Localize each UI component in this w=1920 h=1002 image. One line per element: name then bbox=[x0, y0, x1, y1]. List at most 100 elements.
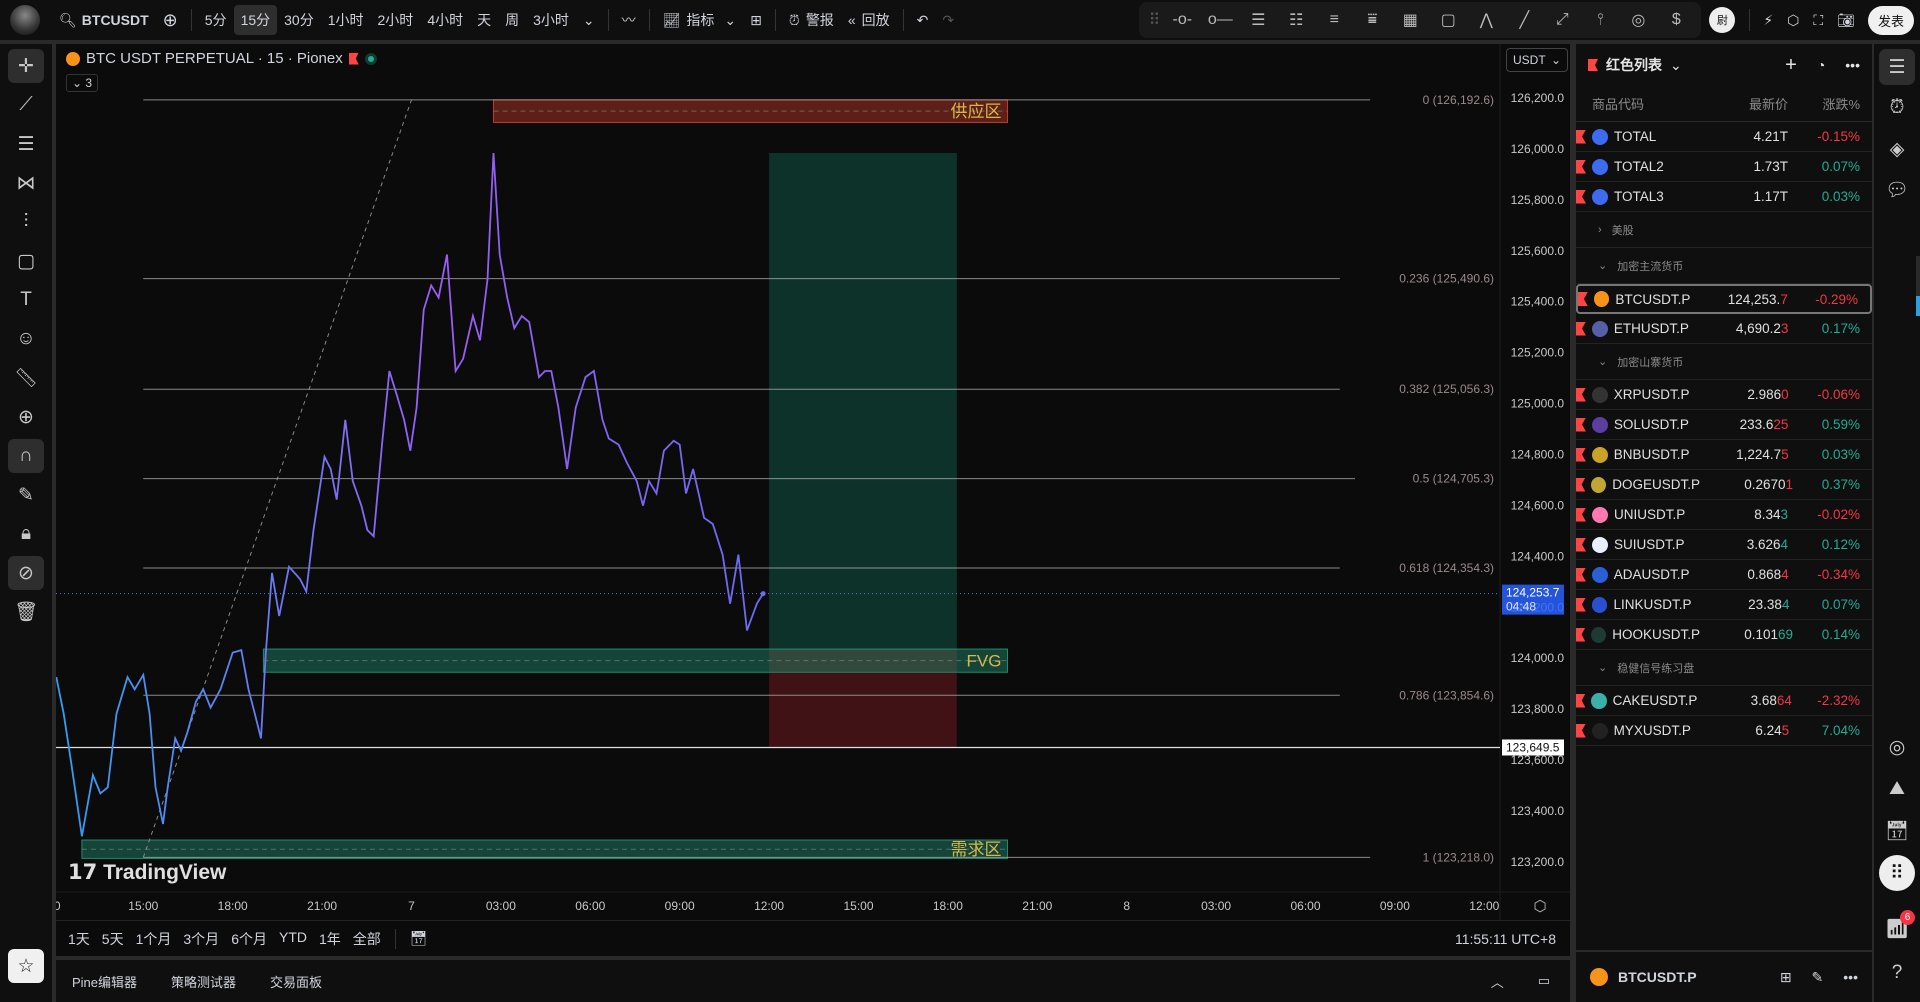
trash-icon[interactable]: 🗑︎ bbox=[8, 595, 44, 629]
watchlist-row[interactable]: ADAUSDT.P 0.8684 -0.34% bbox=[1576, 560, 1872, 590]
interval-2[interactable]: 30分 bbox=[277, 5, 321, 35]
camera-icon[interactable]: 📷︎ bbox=[1830, 5, 1862, 35]
chevron-down-icon[interactable]: ⌄ bbox=[1670, 57, 1682, 74]
red-flag-icon[interactable] bbox=[1576, 129, 1586, 144]
red-flag-icon[interactable] bbox=[1576, 507, 1586, 522]
red-flag-icon[interactable] bbox=[1576, 477, 1586, 492]
watchlist-title[interactable]: 红色列表 bbox=[1606, 55, 1662, 75]
tab-strategy-tester[interactable]: 策略测试器 bbox=[171, 972, 236, 991]
layers-icon[interactable]: ◈ bbox=[1879, 131, 1915, 167]
fib-extension-icon[interactable]: ⩸ bbox=[1355, 11, 1389, 29]
horizontal-ray-icon[interactable]: -o- bbox=[1165, 11, 1199, 29]
currency-select[interactable]: USDT ⌄ bbox=[1506, 48, 1568, 72]
zoom-in-icon[interactable]: ⊕ bbox=[8, 400, 44, 434]
axis-settings-icon[interactable]: ⬡ bbox=[1533, 898, 1546, 915]
regression-channel-icon[interactable]: ☷ bbox=[1279, 10, 1313, 30]
interval-6[interactable]: 天 bbox=[470, 5, 498, 35]
avatar[interactable] bbox=[10, 5, 40, 35]
red-flag-icon[interactable] bbox=[1576, 567, 1586, 582]
red-flag-icon[interactable] bbox=[1576, 597, 1586, 612]
hide-drawings-icon[interactable]: ⊘ bbox=[8, 556, 44, 590]
goto-date-icon[interactable]: 📅︎ bbox=[410, 930, 428, 947]
watchlist-row[interactable]: BTCUSDT.P 124,253.7 -0.29% bbox=[1576, 284, 1872, 314]
watchlist-row[interactable]: CAKEUSDT.P 3.6864 -2.32% bbox=[1576, 686, 1872, 716]
price-note-icon[interactable]: $ bbox=[1659, 11, 1693, 29]
red-flag-icon[interactable] bbox=[1576, 387, 1586, 402]
red-flag-icon[interactable] bbox=[348, 52, 359, 65]
prediction-tool-icon[interactable]: ⫶ bbox=[8, 205, 44, 239]
watchlist-group[interactable]: ⌄ 加密山寨货币 bbox=[1576, 344, 1872, 380]
long-position-icon[interactable]: ⫯ bbox=[1583, 11, 1617, 29]
interval-0[interactable]: 5分 bbox=[198, 5, 234, 35]
interval-8[interactable]: 3小时 bbox=[526, 5, 576, 35]
redo-icon[interactable]: ↷ bbox=[935, 5, 961, 35]
fullscreen-icon[interactable]: ⛶ bbox=[1806, 5, 1830, 35]
compare-add-button[interactable]: ⊕ bbox=[156, 5, 185, 35]
lock-icon[interactable]: 🔒︎ bbox=[8, 517, 44, 551]
text-tool-icon[interactable]: T bbox=[8, 283, 44, 317]
horizontal-line-icon[interactable]: o— bbox=[1203, 11, 1237, 29]
watchlist-icon[interactable]: ☰ bbox=[1879, 49, 1915, 85]
interval-4[interactable]: 2小时 bbox=[371, 5, 421, 35]
interval-1[interactable]: 15分 bbox=[233, 5, 278, 35]
red-flag-icon[interactable] bbox=[1576, 321, 1586, 336]
scrollbar[interactable] bbox=[1916, 256, 1920, 316]
watchlist-row[interactable]: ETHUSDT.P 4,690.23 0.17% bbox=[1576, 314, 1872, 344]
watchlist-row[interactable]: TOTAL2 1.73T 0.07% bbox=[1576, 152, 1872, 182]
quick-search-icon[interactable]: ⚡ bbox=[1756, 5, 1780, 35]
stay-in-drawing-icon[interactable]: ✎ bbox=[8, 478, 44, 512]
watchlist-row[interactable]: XRPUSDT.P 2.9860 -0.06% bbox=[1576, 380, 1872, 410]
red-flag-icon[interactable] bbox=[1576, 693, 1586, 708]
red-flag-icon[interactable] bbox=[1576, 537, 1586, 552]
drag-handle-icon[interactable]: ⠿ bbox=[1147, 10, 1161, 30]
watchlist-row[interactable]: LINKUSDT.P 23.384 0.07% bbox=[1576, 590, 1872, 620]
maximize-panel-icon[interactable]: ▭ bbox=[1538, 973, 1550, 989]
magnet-icon[interactable]: ∩ bbox=[8, 439, 44, 473]
gann-grid-icon[interactable]: ▦ bbox=[1393, 10, 1427, 30]
interval-7[interactable]: 周 bbox=[498, 5, 526, 35]
crosshair-icon[interactable]: ✛ bbox=[8, 49, 44, 83]
circle-icon[interactable]: ◎ bbox=[1621, 10, 1655, 30]
favorites-star-icon[interactable]: ☆ bbox=[8, 949, 44, 983]
shapes-tool-icon[interactable]: ▢ bbox=[8, 244, 44, 278]
rectangle-icon[interactable]: ▢ bbox=[1431, 10, 1465, 30]
price-chart[interactable]: 供应区 FVG 需求区 0 (126,192.6) 0.236 (125,490.6) 0… bbox=[56, 44, 1570, 920]
publish-button[interactable]: 发表 bbox=[1867, 5, 1914, 35]
column-symbol[interactable]: 商品代码 bbox=[1592, 94, 1688, 113]
range-button[interactable]: 1年 bbox=[319, 929, 341, 949]
pattern-tool-icon[interactable]: ⋈ bbox=[8, 166, 44, 200]
indicators-collapse-button[interactable]: ⌄ 3 bbox=[66, 74, 99, 92]
watchlist-row[interactable]: UNIUSDT.P 8.343 -0.02% bbox=[1576, 500, 1872, 530]
chart-type-line-icon[interactable]: 〰 bbox=[615, 5, 643, 35]
watchlist-row[interactable]: SOLUSDT.P 233.625 0.59% bbox=[1576, 410, 1872, 440]
red-flag-icon[interactable] bbox=[1576, 447, 1586, 462]
interval-5[interactable]: 4小时 bbox=[420, 5, 470, 35]
help-icon[interactable]: ? bbox=[1879, 955, 1915, 991]
clock[interactable]: 11:55:11 UTC+8 bbox=[1455, 931, 1556, 947]
watchlist-group[interactable]: ⌄ 稳健信号练习盘 bbox=[1576, 650, 1872, 686]
emoji-icon[interactable]: ☺ bbox=[8, 322, 44, 356]
watchlist-row[interactable]: DOGEUSDT.P 0.26701 0.37% bbox=[1576, 470, 1872, 500]
watchlist-group[interactable]: ⌄ 加密主流货币 bbox=[1576, 248, 1872, 284]
trend-line-icon[interactable]: ╱ bbox=[1507, 10, 1541, 30]
interval-dropdown-chevron-icon[interactable]: ⌄ bbox=[576, 5, 602, 35]
ideas-icon[interactable]: ⛰ bbox=[1879, 771, 1915, 807]
chart-panel[interactable]: 供应区 FVG 需求区 0 (126,192.6) 0.236 (125,490.6) 0… bbox=[56, 44, 1570, 956]
add-symbol-icon[interactable]: + bbox=[1785, 54, 1797, 77]
tab-pine-editor[interactable]: Pine编辑器 bbox=[72, 972, 137, 991]
indicators-button[interactable]: 📈︎ 指标 ⌄ bbox=[656, 5, 744, 35]
edit-icon[interactable]: ✎ bbox=[1812, 969, 1824, 986]
red-flag-icon[interactable] bbox=[1576, 627, 1586, 642]
watchlist-row[interactable]: HOOKUSDT.P 0.10169 0.14% bbox=[1576, 620, 1872, 650]
chevron-up-icon[interactable]: ︿ bbox=[1491, 972, 1504, 991]
more-options-icon[interactable]: ••• bbox=[1845, 57, 1860, 73]
tab-trading-panel[interactable]: 交易面板 bbox=[270, 972, 322, 991]
range-button[interactable]: 全部 bbox=[353, 929, 381, 949]
watchlist-row[interactable]: SUIUSDT.P 3.6264 0.12% bbox=[1576, 530, 1872, 560]
watchlist-group[interactable]: › 美股 bbox=[1576, 212, 1872, 248]
path-icon[interactable]: ⋀ bbox=[1469, 10, 1503, 30]
red-flag-icon[interactable] bbox=[1576, 417, 1586, 432]
range-button[interactable]: 5天 bbox=[102, 929, 124, 949]
column-last[interactable]: 最新价 bbox=[1688, 94, 1788, 113]
range-button[interactable]: 1天 bbox=[68, 929, 90, 949]
